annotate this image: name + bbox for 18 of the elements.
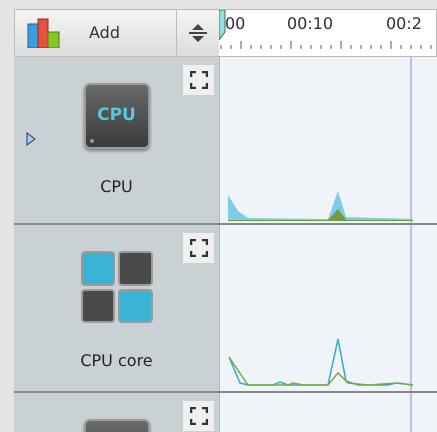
sort-button[interactable]	[177, 10, 219, 56]
fullscreen-icon	[190, 407, 208, 425]
add-button[interactable]: Add	[15, 10, 177, 56]
fullscreen-button[interactable]	[183, 233, 214, 263]
time-label: 00	[225, 16, 246, 32]
graph-label: CPU	[100, 176, 133, 198]
graph-label: CPU core	[80, 350, 153, 372]
up-down-icon	[188, 22, 208, 44]
fullscreen-icon	[190, 71, 208, 89]
fullscreen-button[interactable]	[183, 401, 214, 431]
time-label: 00:2	[386, 16, 422, 32]
cpu-cores-icon	[80, 251, 152, 323]
cpu-chip-icon: CPU	[84, 83, 150, 149]
fullscreen-button[interactable]	[183, 65, 214, 95]
bar-chart-icon	[27, 18, 61, 48]
fullscreen-icon	[190, 239, 208, 257]
expand-arrow-icon[interactable]	[26, 132, 36, 146]
time-label: 00:10	[287, 16, 334, 32]
